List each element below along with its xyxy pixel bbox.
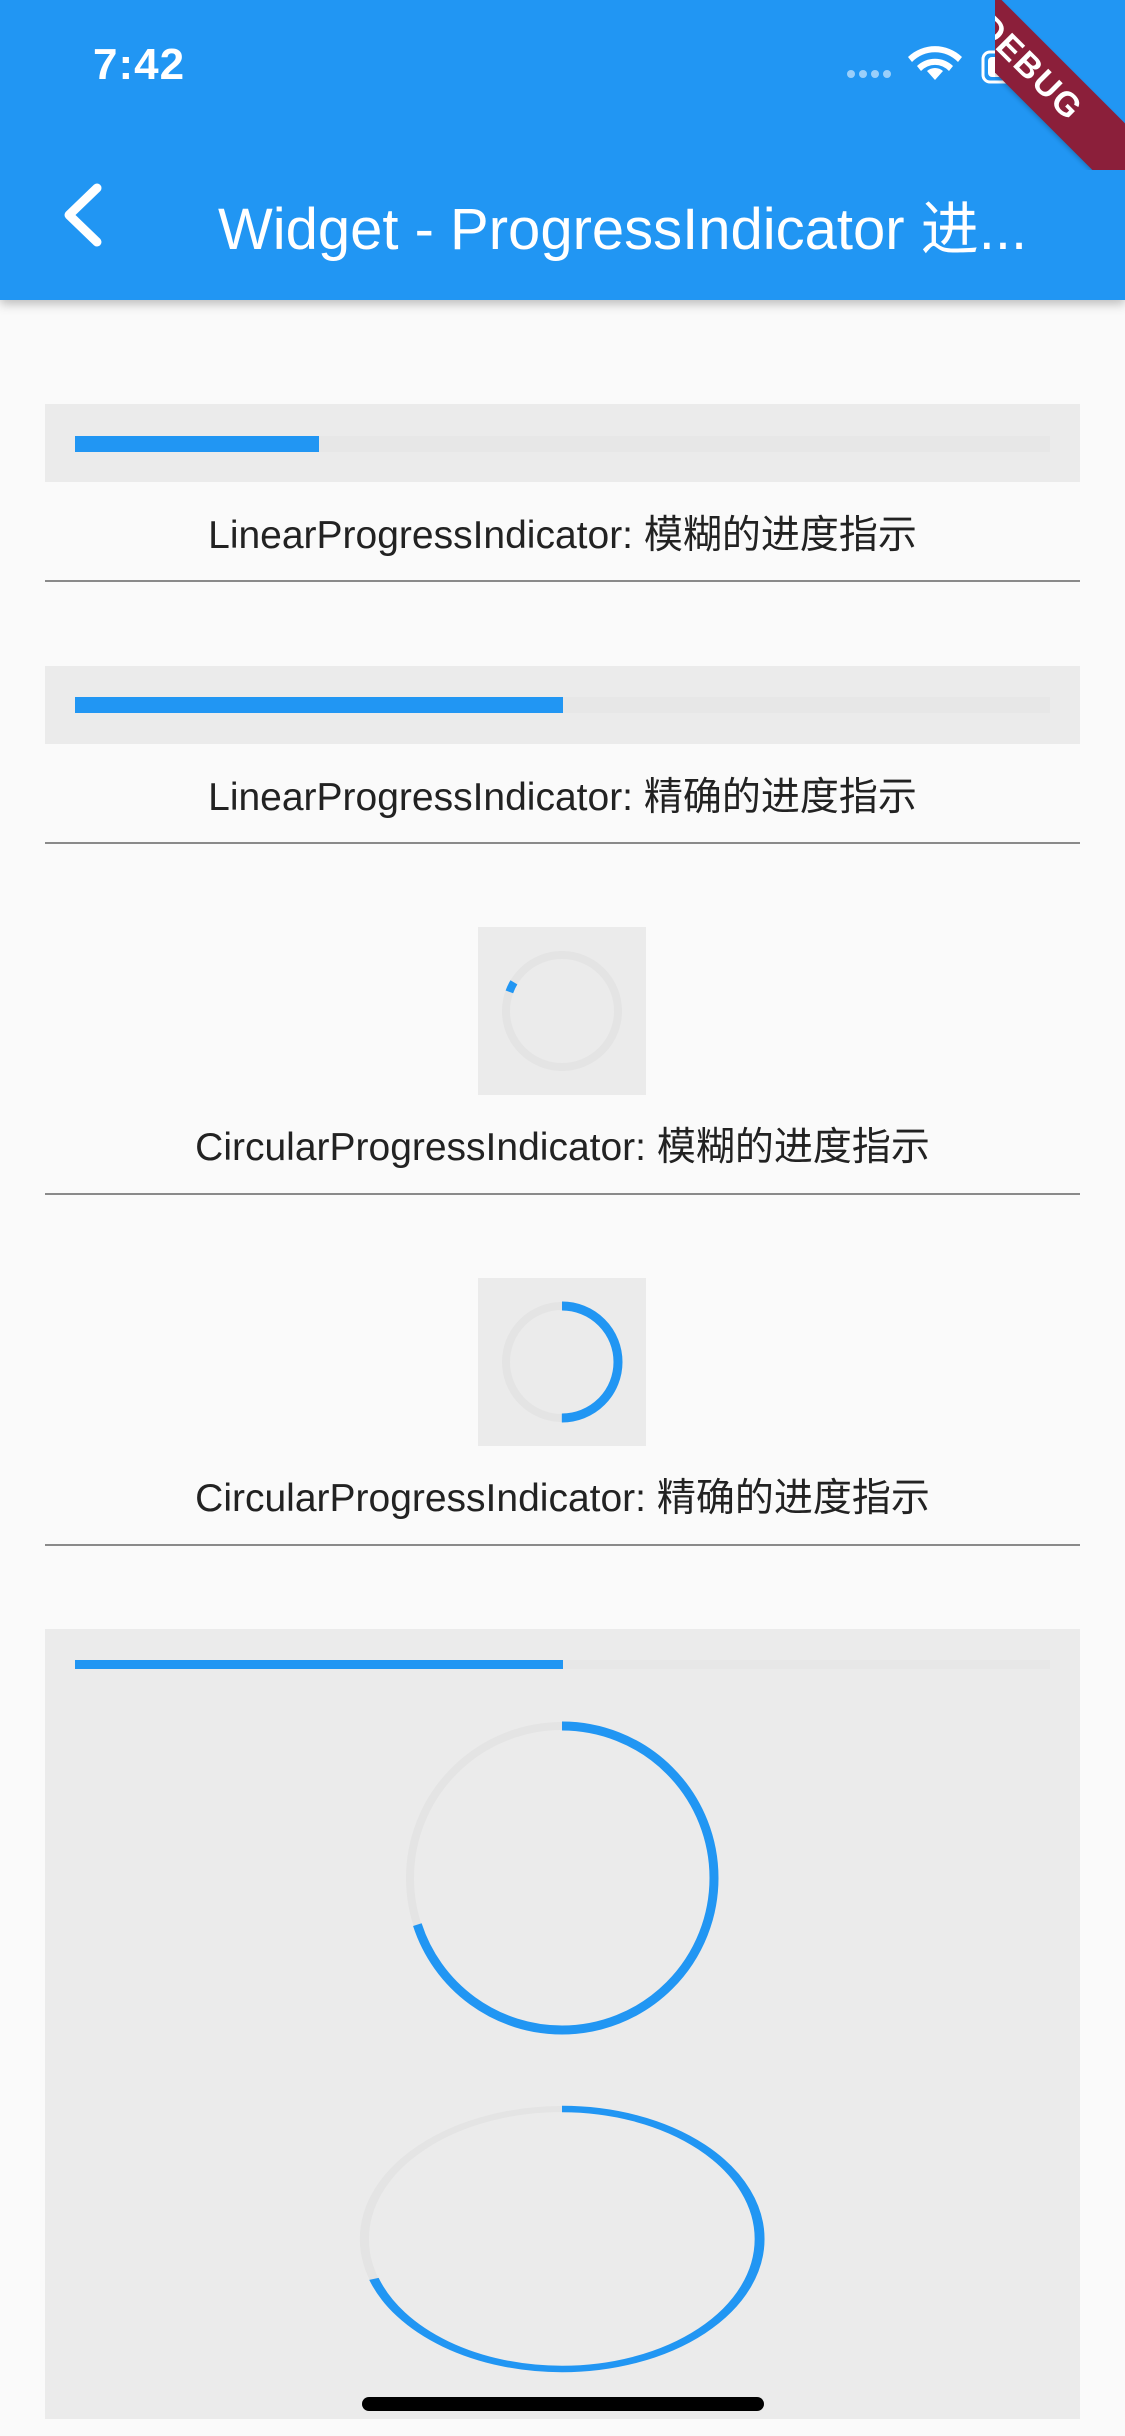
divider [45, 842, 1080, 844]
linear-determinate-fill [75, 697, 563, 713]
app-bar: 7:42 Widget - ProgressIndicator 进... [0, 0, 1125, 300]
debug-banner-label: DEBUG [995, 0, 1125, 170]
caption-circular-indeterminate: CircularProgressIndicator: 模糊的进度指示 [195, 1126, 930, 1169]
caption-circular-determinate: CircularProgressIndicator: 精确的进度指示 [195, 1477, 930, 1520]
section-2: LinearProgressIndicator: 精确的进度指示 [45, 766, 1080, 826]
page-title: Widget - ProgressIndicator 进... [218, 197, 1028, 262]
circular-determinate-container [478, 1278, 646, 1446]
section-4: CircularProgressIndicator: 精确的进度指示 [45, 1467, 1080, 1527]
circular-indeterminate-arc [502, 950, 622, 1071]
circular-indeterminate-container [478, 927, 646, 1095]
wifi-icon [908, 46, 962, 80]
linear-indeterminate-fill [75, 436, 319, 452]
caption-linear-determinate: LinearProgressIndicator: 精确的进度指示 [208, 776, 917, 819]
divider [45, 580, 1080, 582]
home-indicator[interactable] [362, 2397, 764, 2411]
linear-indeterminate-track [75, 436, 1050, 452]
circular-determinate-indicator [501, 1301, 623, 1423]
circular-indeterminate-indicator [502, 950, 622, 1071]
linear-determinate-track [75, 697, 1050, 713]
combined-circular-indicators [359, 1721, 765, 2373]
divider [45, 1544, 1080, 1546]
linear-indeterminate-container [45, 404, 1080, 482]
combined-ellipse-indicator [359, 2105, 765, 2373]
linear-determinate-container [45, 666, 1080, 744]
divider [45, 1193, 1080, 1195]
caption-linear-indeterminate: LinearProgressIndicator: 模糊的进度指示 [208, 514, 917, 557]
section-3: CircularProgressIndicator: 模糊的进度指示 [45, 1116, 1080, 1176]
debug-banner: DEBUG [995, 0, 1125, 170]
chevron-left-icon[interactable] [55, 180, 115, 250]
section-1: LinearProgressIndicator: 模糊的进度指示 [45, 504, 1080, 564]
status-time: 7:42 [93, 40, 186, 89]
signal-icon [847, 70, 891, 78]
combined-indicators-container [45, 1629, 1080, 2419]
app-bar-title-row: Widget - ProgressIndicator 进... [0, 170, 1125, 262]
